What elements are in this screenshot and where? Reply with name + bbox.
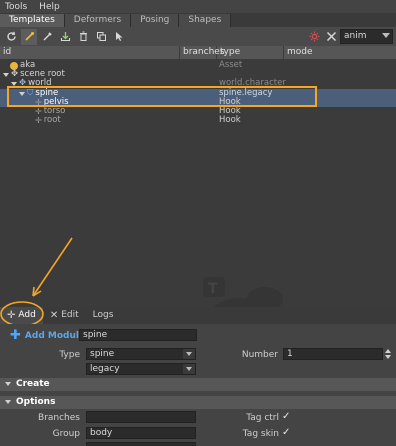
tree-row-type: Hook bbox=[219, 115, 241, 125]
tag-ctrl-label: Tag ctrl bbox=[246, 413, 279, 423]
number-input[interactable]: 1 bbox=[283, 348, 383, 360]
tab-posing[interactable]: Posing bbox=[131, 14, 180, 27]
anim-select-value: anim bbox=[344, 31, 367, 41]
add-module-label: Add Module bbox=[24, 330, 86, 341]
bottom-tabs: ✛ Add ✕ Edit Logs bbox=[0, 307, 396, 324]
tools-icon: ✕ bbox=[49, 310, 59, 321]
add-plus-icon: ✚ bbox=[10, 328, 21, 343]
watermark-logo-icon: T Y bbox=[203, 277, 283, 307]
tab-add-label: Add bbox=[18, 310, 36, 320]
expand-triangle-icon[interactable] bbox=[3, 72, 9, 77]
menu-tools[interactable]: Tools bbox=[5, 2, 27, 12]
column-branches[interactable]: branches bbox=[180, 46, 225, 59]
column-id[interactable]: id bbox=[0, 46, 180, 59]
number-label: Number bbox=[241, 350, 278, 360]
tab-add[interactable]: ✛ Add bbox=[0, 307, 43, 324]
tag-ctrl-checkbox[interactable]: ✓ bbox=[282, 411, 290, 422]
select-icon[interactable] bbox=[111, 29, 127, 45]
hook-icon: ✛ bbox=[35, 107, 42, 116]
brush-icon[interactable] bbox=[39, 29, 55, 45]
type-label: Type bbox=[59, 350, 80, 360]
tab-logs-label: Logs bbox=[92, 310, 114, 320]
collapse-triangle-icon bbox=[5, 400, 11, 404]
tree-row-label: root bbox=[43, 115, 61, 125]
scene-root-icon: ✥ bbox=[11, 69, 19, 79]
duplicate-icon[interactable] bbox=[93, 29, 109, 45]
template-icon[interactable] bbox=[21, 28, 37, 45]
extra-input[interactable] bbox=[86, 442, 196, 446]
tree-row-root[interactable]: ✛ root Hook bbox=[0, 115, 396, 126]
tab-shapes[interactable]: Shapes bbox=[179, 14, 232, 27]
module-name-input[interactable]: spine bbox=[79, 329, 197, 341]
number-value: 1 bbox=[287, 349, 293, 359]
branches-label: Branches bbox=[38, 413, 80, 423]
variant-select-value: legacy bbox=[90, 364, 120, 374]
chevron-down-icon bbox=[183, 349, 195, 359]
chevron-down-icon bbox=[183, 364, 195, 374]
tab-edit-label: Edit bbox=[61, 310, 79, 320]
type-select-value: spine bbox=[90, 349, 115, 359]
column-mode[interactable]: mode bbox=[284, 46, 396, 59]
branches-input[interactable] bbox=[86, 411, 196, 423]
tag-skin-checkbox[interactable]: ✓ bbox=[282, 427, 290, 438]
settings-icon[interactable] bbox=[306, 28, 322, 44]
section-create-label: Create bbox=[16, 379, 50, 389]
tab-logs[interactable]: Logs bbox=[86, 307, 121, 324]
add-module-button[interactable]: ✚ Add Module bbox=[10, 328, 85, 343]
menu-help[interactable]: Help bbox=[39, 2, 60, 12]
tag-skin-label: Tag skin bbox=[242, 429, 279, 439]
chevron-down-icon bbox=[382, 33, 390, 38]
expand-triangle-icon[interactable] bbox=[11, 81, 17, 86]
anim-select[interactable]: anim bbox=[340, 29, 393, 44]
group-label: Group bbox=[52, 429, 80, 439]
group-value: body bbox=[90, 428, 113, 438]
section-options-label: Options bbox=[16, 397, 56, 407]
svg-text:T: T bbox=[208, 281, 218, 297]
collapse-triangle-icon bbox=[5, 382, 11, 386]
tab-edit[interactable]: ✕ Edit bbox=[43, 307, 86, 324]
tree-column-header: id branches type mode bbox=[0, 46, 396, 59]
delete-icon[interactable] bbox=[75, 29, 91, 45]
tree-row-scene-root[interactable]: ✥ scene root bbox=[0, 70, 396, 79]
tab-deformers[interactable]: Deformers bbox=[64, 14, 132, 27]
column-type[interactable]: type bbox=[217, 46, 284, 59]
menu-bar: Tools Help bbox=[0, 0, 396, 13]
variant-select[interactable]: legacy bbox=[86, 363, 196, 375]
group-input[interactable]: body bbox=[86, 427, 196, 439]
refresh-icon[interactable] bbox=[3, 29, 19, 45]
main-tabs: Templates Deformers Posing Shapes bbox=[0, 13, 396, 27]
highlight-box bbox=[7, 86, 317, 107]
tools-icon[interactable] bbox=[323, 28, 339, 44]
module-name-value: spine bbox=[83, 330, 108, 340]
toolbar: anim bbox=[0, 27, 396, 46]
import-icon[interactable] bbox=[57, 29, 73, 45]
tree-row-type: Asset bbox=[219, 60, 243, 70]
type-select[interactable]: spine bbox=[86, 348, 196, 360]
section-options[interactable]: Options bbox=[0, 396, 396, 409]
plus-icon: ✛ bbox=[7, 310, 16, 321]
add-panel: ✚ Add Module spine Type spine legacy Num… bbox=[0, 324, 396, 446]
number-spinner-icon[interactable] bbox=[384, 348, 392, 360]
hook-icon: ✛ bbox=[35, 116, 42, 125]
section-create[interactable]: Create bbox=[0, 378, 396, 391]
tab-templates[interactable]: Templates bbox=[0, 14, 65, 27]
